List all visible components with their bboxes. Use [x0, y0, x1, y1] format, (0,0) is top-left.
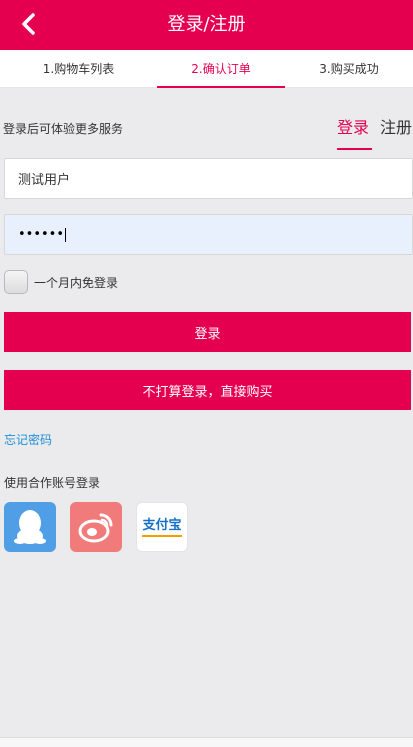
alipay-login-button[interactable]: 支付宝 — [136, 502, 188, 552]
remember-me[interactable]: 一个月内免登录 — [4, 270, 118, 294]
qq-login-button[interactable] — [4, 502, 56, 552]
step-confirm-order[interactable]: 2.确认订单 — [157, 50, 285, 88]
text-caret — [65, 227, 67, 242]
username-field[interactable]: 测试用户 — [4, 158, 413, 199]
login-hint: 登录后可体验更多服务 — [3, 122, 124, 136]
remember-label: 一个月内免登录 — [34, 275, 119, 290]
page-title: 登录/注册 — [167, 14, 246, 35]
step-cart-list[interactable]: 1.购物车列表 — [0, 50, 157, 88]
qq-penguin-icon — [14, 510, 46, 544]
partner-login-title: 使用合作账号登录 — [4, 476, 101, 490]
app-header: 登录/注册 — [0, 0, 413, 50]
auth-subhead: 登录后可体验更多服务 登录 注册 — [0, 116, 413, 150]
tab-register[interactable]: 注册 — [380, 116, 413, 150]
step-purchase-success[interactable]: 3.购买成功 — [285, 50, 413, 88]
checkout-steps: 1.购物车列表 2.确认订单 3.购买成功 — [0, 50, 413, 88]
weibo-login-button[interactable] — [70, 502, 122, 552]
login-button[interactable]: 登录 — [4, 312, 411, 352]
tab-login[interactable]: 登录 — [337, 116, 372, 150]
password-field[interactable]: •••••• — [4, 214, 413, 255]
alipay-logo: 支付宝 — [142, 518, 182, 537]
bottom-divider — [0, 737, 413, 747]
password-value: •••••• — [18, 227, 65, 242]
guest-checkout-button[interactable]: 不打算登录，直接购买 — [4, 370, 411, 410]
username-value: 测试用户 — [18, 173, 71, 188]
weibo-eye-icon — [78, 513, 113, 543]
remember-checkbox[interactable] — [4, 270, 28, 294]
forgot-password-link[interactable]: 忘记密码 — [4, 431, 52, 448]
